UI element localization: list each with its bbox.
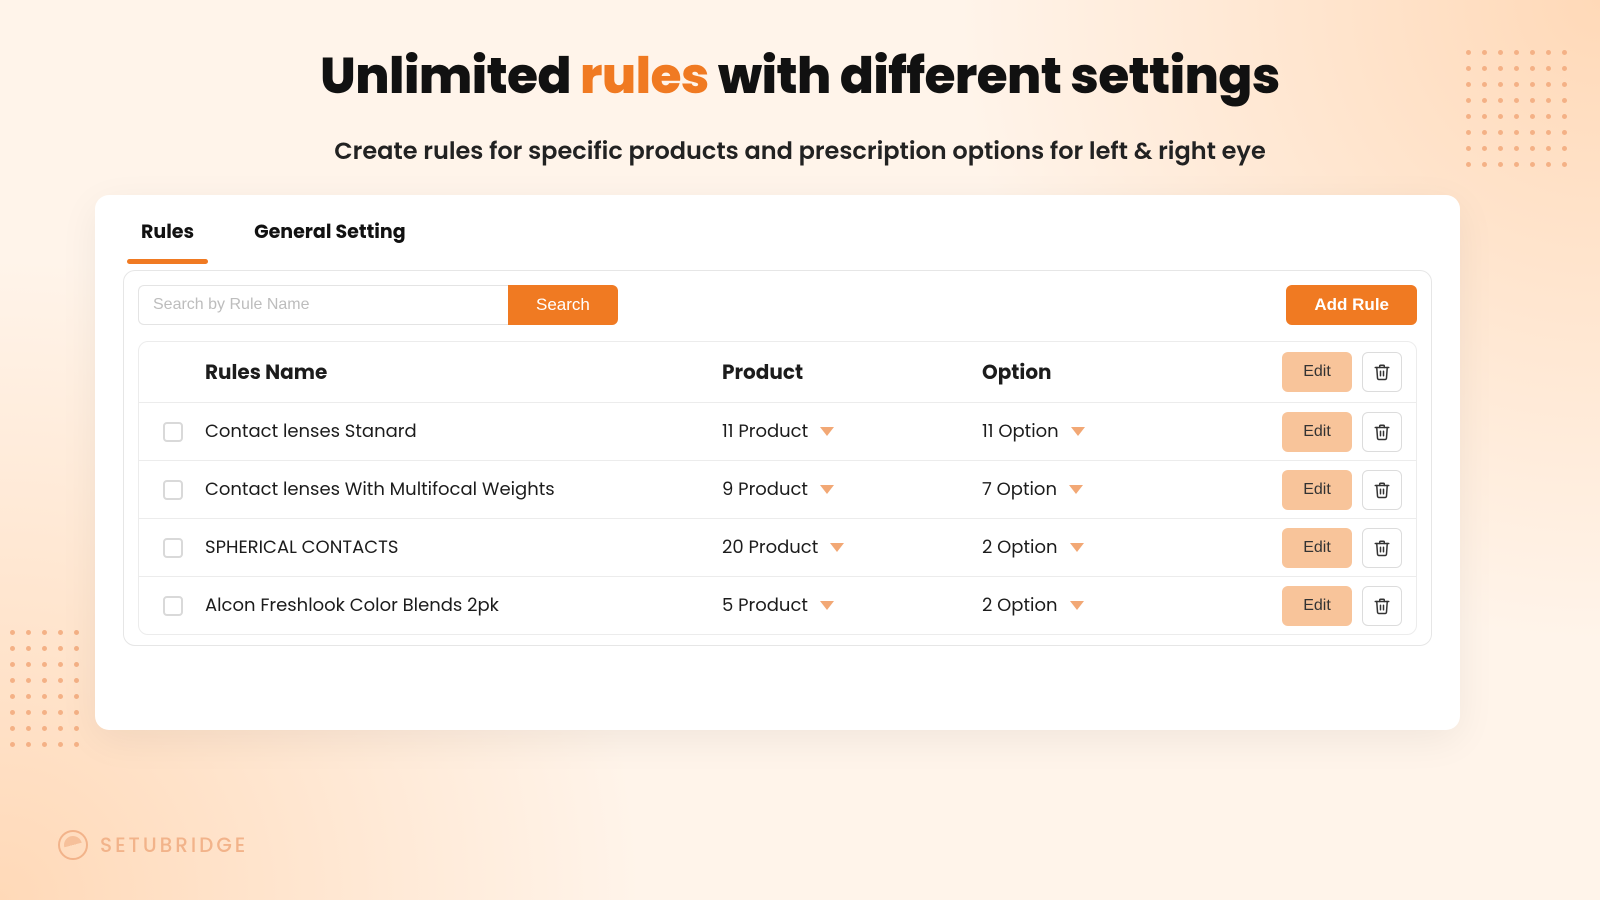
- edit-button[interactable]: Edit: [1282, 352, 1352, 392]
- rules-panel: Rules General Setting Search Add Rule Ru…: [95, 195, 1460, 730]
- decorative-dots-bl: [10, 630, 82, 750]
- checkbox[interactable]: [163, 596, 183, 616]
- checkbox[interactable]: [163, 538, 183, 558]
- product-count: 9 Product: [722, 476, 808, 503]
- col-name: Rules Name: [205, 357, 722, 387]
- trash-icon: [1373, 481, 1391, 499]
- trash-icon: [1373, 597, 1391, 615]
- product-cell[interactable]: 9 Product: [722, 476, 982, 503]
- delete-button[interactable]: [1362, 470, 1402, 510]
- product-cell[interactable]: 20 Product: [722, 534, 982, 561]
- option-cell[interactable]: 7 Option: [982, 476, 1222, 503]
- rule-name: Alcon Freshlook Color Blends 2pk: [205, 592, 722, 619]
- product-count: 11 Product: [722, 418, 808, 445]
- chevron-down-icon: [1071, 427, 1085, 436]
- rules-table: Rules Name Product Option Edit Contact l…: [138, 341, 1417, 635]
- toolbar: Search Add Rule: [138, 285, 1417, 325]
- product-cell[interactable]: 11 Product: [722, 418, 982, 445]
- brand-logo-icon: [58, 830, 88, 860]
- delete-button[interactable]: [1362, 412, 1402, 452]
- option-cell[interactable]: 2 Option: [982, 592, 1222, 619]
- trash-icon: [1373, 423, 1391, 441]
- chevron-down-icon: [1069, 485, 1083, 494]
- table-row: SPHERICAL CONTACTS 20 Product 2 Option E…: [139, 518, 1416, 576]
- page-title-post: with different settings: [709, 40, 1280, 111]
- tabs: Rules General Setting: [123, 217, 1432, 264]
- option-cell[interactable]: 11 Option: [982, 418, 1222, 445]
- col-option: Option: [982, 357, 1222, 387]
- edit-button[interactable]: Edit: [1282, 586, 1352, 626]
- brand: SETUBRIDGE: [58, 830, 248, 860]
- trash-icon: [1373, 539, 1391, 557]
- decorative-dots-tr: [1466, 50, 1570, 170]
- add-rule-button[interactable]: Add Rule: [1286, 285, 1417, 325]
- edit-button[interactable]: Edit: [1282, 470, 1352, 510]
- checkbox[interactable]: [163, 480, 183, 500]
- row-actions: Edit: [1222, 470, 1402, 510]
- rule-name: SPHERICAL CONTACTS: [205, 534, 722, 561]
- option-count: 11 Option: [982, 418, 1059, 445]
- page-title-accent: rules: [580, 40, 709, 111]
- trash-icon: [1373, 363, 1391, 381]
- delete-button[interactable]: [1362, 352, 1402, 392]
- product-cell[interactable]: 5 Product: [722, 592, 982, 619]
- table-row: Alcon Freshlook Color Blends 2pk 5 Produ…: [139, 576, 1416, 634]
- edit-button[interactable]: Edit: [1282, 412, 1352, 452]
- tab-rules[interactable]: Rules: [141, 217, 194, 264]
- chevron-down-icon: [1070, 601, 1084, 610]
- edit-button[interactable]: Edit: [1282, 528, 1352, 568]
- option-cell[interactable]: 2 Option: [982, 534, 1222, 561]
- chevron-down-icon: [1070, 543, 1084, 552]
- row-actions: Edit: [1222, 412, 1402, 452]
- rule-name: Contact lenses With Multifocal Weights: [205, 476, 722, 503]
- tab-general[interactable]: General Setting: [254, 217, 406, 264]
- page-title-pre: Unlimited: [320, 40, 580, 111]
- rules-card: Search Add Rule Rules Name Product Optio…: [123, 270, 1432, 646]
- table-row: Contact lenses Stanard 11 Product 11 Opt…: [139, 402, 1416, 460]
- page-title: Unlimited rules with different settings: [0, 38, 1600, 114]
- header-actions: Edit: [1222, 352, 1402, 392]
- col-product: Product: [722, 357, 982, 387]
- row-actions: Edit: [1222, 586, 1402, 626]
- delete-button[interactable]: [1362, 528, 1402, 568]
- chevron-down-icon: [830, 543, 844, 552]
- option-count: 2 Option: [982, 592, 1058, 619]
- option-count: 7 Option: [982, 476, 1057, 503]
- hero: Unlimited rules with different settings …: [0, 0, 1600, 169]
- row-actions: Edit: [1222, 528, 1402, 568]
- table-row: Contact lenses With Multifocal Weights 9…: [139, 460, 1416, 518]
- table-header-row: Rules Name Product Option Edit: [139, 342, 1416, 402]
- chevron-down-icon: [820, 427, 834, 436]
- search-input[interactable]: [138, 285, 508, 325]
- checkbox[interactable]: [163, 422, 183, 442]
- product-count: 20 Product: [722, 534, 818, 561]
- chevron-down-icon: [820, 601, 834, 610]
- search-button[interactable]: Search: [508, 285, 618, 325]
- chevron-down-icon: [820, 485, 834, 494]
- page-subtitle: Create rules for specific products and p…: [0, 134, 1600, 169]
- delete-button[interactable]: [1362, 586, 1402, 626]
- option-count: 2 Option: [982, 534, 1058, 561]
- product-count: 5 Product: [722, 592, 808, 619]
- rule-name: Contact lenses Stanard: [205, 418, 722, 445]
- brand-name: SETUBRIDGE: [100, 830, 248, 860]
